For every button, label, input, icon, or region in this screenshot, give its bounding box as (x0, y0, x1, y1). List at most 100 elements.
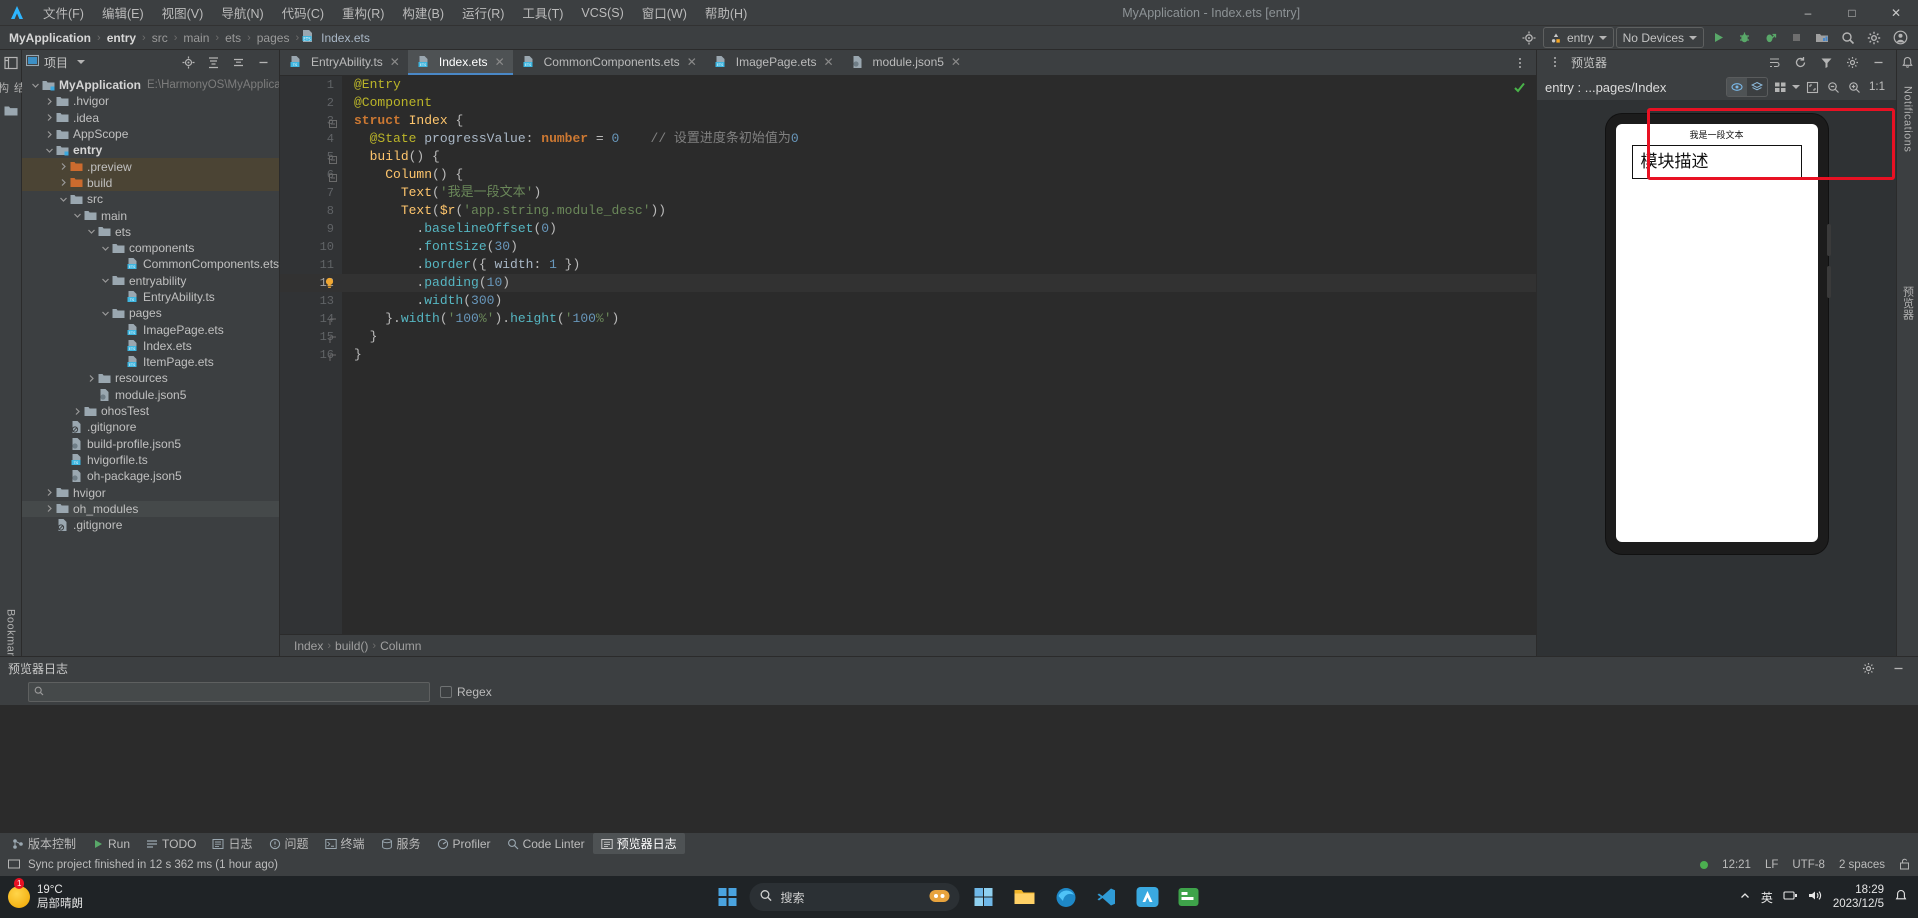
chevron-down-icon[interactable] (72, 210, 83, 221)
tool-window-run[interactable]: Run (84, 835, 138, 853)
code-line[interactable]: .border({ width: 1 }) (342, 256, 1536, 274)
tree-node-oh-package-json5[interactable]: oh-package.json5 (22, 468, 279, 484)
menu-run[interactable]: 运行(R) (453, 0, 513, 25)
taskbar-app-file-explorer[interactable] (1008, 880, 1042, 914)
tree-node-gitignore[interactable]: .gitignore (22, 517, 279, 533)
chevron-right-icon[interactable] (44, 503, 55, 514)
breadcrumb-item-src[interactable]: src (149, 31, 171, 45)
menu-build[interactable]: 构建(B) (393, 0, 453, 25)
encoding-indicator[interactable]: UTF-8 (1792, 859, 1825, 871)
tool-window-[interactable]: 日志 (204, 833, 260, 854)
tree-node-hvigor[interactable]: hvigor (22, 484, 279, 500)
code-line[interactable]: }.width('100%').height('100%') (342, 310, 1536, 328)
chevron-right-icon[interactable] (58, 161, 69, 172)
code-line[interactable]: .width(300) (342, 292, 1536, 310)
tree-node-resources[interactable]: resources (22, 370, 279, 386)
zoom-out-icon[interactable] (1824, 76, 1842, 98)
tool-window-[interactable]: 预览器日志 (592, 833, 685, 854)
debug-button[interactable] (1732, 27, 1756, 49)
editor-tab-module-json5[interactable]: module.json5 ✕ (842, 50, 969, 75)
breadcrumb-item-project[interactable]: MyApplication (6, 31, 94, 45)
code-fold-marker[interactable] (329, 351, 337, 365)
code-line[interactable]: @Component (342, 94, 1536, 112)
run-with-profiler-button[interactable] (1758, 27, 1782, 49)
code-line[interactable]: @Entry (342, 76, 1536, 94)
close-icon[interactable]: ✕ (951, 55, 961, 69)
minimize-button[interactable]: – (1786, 0, 1830, 26)
more-options-icon[interactable] (1543, 51, 1567, 73)
tree-node-entry[interactable]: entry (22, 142, 279, 158)
ime-indicator[interactable]: 英 (1761, 889, 1773, 906)
editor-tab-imagepage-ets[interactable]: ETS ImagePage.ets ✕ (705, 50, 842, 75)
chevron-down-icon[interactable] (1792, 85, 1800, 89)
chevron-down-icon[interactable] (58, 194, 69, 205)
gear-icon[interactable] (1840, 51, 1864, 73)
indent-indicator[interactable]: 2 spaces (1839, 859, 1885, 871)
breadcrumb-item-file[interactable]: Index.ets (318, 31, 373, 45)
previewer-canvas[interactable]: 我是一段文本 模块描述 (1537, 100, 1896, 656)
taskbar-app-widgets[interactable] (967, 880, 1001, 914)
code-line[interactable]: Column() { (342, 166, 1536, 184)
menu-file[interactable]: 文件(F) (34, 0, 93, 25)
editor-tab-commoncomponents-ets[interactable]: ETS CommonComponents.ets ✕ (513, 50, 705, 75)
code-line[interactable]: @State progressValue: number = 0 // 设置进度… (342, 130, 1536, 148)
menu-vcs[interactable]: VCS(S) (572, 3, 632, 23)
code-content[interactable]: @Entry @Component struct Index { @State pr… (342, 76, 1536, 634)
wrap-text-icon[interactable] (1762, 51, 1786, 73)
code-line[interactable]: build() { (342, 148, 1536, 166)
code-line[interactable]: Text('我是一段文本') (342, 184, 1536, 202)
breadcrumb-item-main[interactable]: main (180, 31, 212, 45)
editor-breadcrumb-struct[interactable]: Index (294, 639, 323, 653)
chevron-right-icon[interactable] (58, 177, 69, 188)
locate-file-icon[interactable] (176, 51, 200, 73)
previewer-mode-toggle[interactable] (1726, 77, 1768, 97)
tree-node-ohostest[interactable]: ohosTest (22, 403, 279, 419)
chevron-up-icon[interactable] (1739, 890, 1751, 905)
notifications-label[interactable]: Notifications (1902, 86, 1914, 152)
folder-icon[interactable] (4, 105, 18, 120)
menu-edit[interactable]: 编辑(E) (93, 0, 153, 25)
previewer-tool-label[interactable]: 预览器 (1900, 286, 1916, 321)
tool-window-[interactable]: 服务 (373, 833, 429, 854)
code-line[interactable]: .baselineOffset(0) (342, 220, 1536, 238)
chevron-right-icon[interactable] (44, 487, 55, 498)
tree-node-module-json5[interactable]: module.json5 (22, 387, 279, 403)
log-search-input[interactable] (28, 682, 430, 702)
taskbar-weather-widget[interactable]: 19°C 局部晴朗 (0, 883, 230, 911)
code-editor[interactable]: 12345678910111213141516 @Entry@Component… (280, 76, 1536, 634)
regex-checkbox-row[interactable]: Regex (440, 685, 492, 699)
code-line[interactable]: Text($r('app.string.module_desc')) (342, 202, 1536, 220)
tree-node-preview[interactable]: .preview (22, 158, 279, 175)
tree-node-components[interactable]: components (22, 240, 279, 256)
run-configuration-selector[interactable]: entry (1542, 27, 1614, 48)
tree-node-oh-modules[interactable]: oh_modules (22, 500, 279, 518)
event-log-icon[interactable] (8, 858, 20, 873)
close-button[interactable]: ✕ (1874, 0, 1918, 26)
hide-panel-icon[interactable] (1886, 657, 1910, 679)
tool-window-profiler[interactable]: Profiler (429, 835, 499, 853)
code-line[interactable]: .fontSize(30) (342, 238, 1536, 256)
chevron-down-icon[interactable] (77, 60, 86, 64)
tree-node-pages[interactable]: pages (22, 305, 279, 321)
code-line[interactable]: } (342, 346, 1536, 364)
fit-screen-icon[interactable] (1803, 76, 1821, 98)
tree-node-src[interactable]: src (22, 191, 279, 207)
device-manager-icon[interactable] (1810, 27, 1834, 49)
inspector-icon[interactable] (1727, 78, 1747, 96)
tool-window-code-linter[interactable]: Code Linter (499, 835, 593, 853)
inspection-status-icon[interactable] (1513, 81, 1526, 97)
tree-node-imagepage-ets[interactable]: ETS ImagePage.ets (22, 321, 279, 337)
chevron-down-icon[interactable] (100, 243, 111, 254)
tree-node-myapplication[interactable]: MyApplication E:\HarmonyOS\MyApplicatio (22, 77, 279, 93)
editor-tab-entryability-ts[interactable]: TS EntryAbility.ts ✕ (280, 50, 408, 75)
menu-refactor[interactable]: 重构(R) (333, 0, 393, 25)
chevron-down-icon[interactable] (86, 226, 97, 237)
menu-tools[interactable]: 工具(T) (513, 0, 572, 25)
target-icon[interactable] (1517, 27, 1541, 49)
project-tree[interactable]: MyApplication E:\HarmonyOS\MyApplicatio .h… (22, 74, 279, 656)
tree-node-build-profile-json5[interactable]: build-profile.json5 (22, 436, 279, 452)
tree-node-ets[interactable]: ets (22, 224, 279, 240)
code-fold-marker[interactable] (329, 171, 337, 185)
tree-node-entryability[interactable]: entryability (22, 273, 279, 289)
chevron-right-icon[interactable] (72, 406, 83, 417)
